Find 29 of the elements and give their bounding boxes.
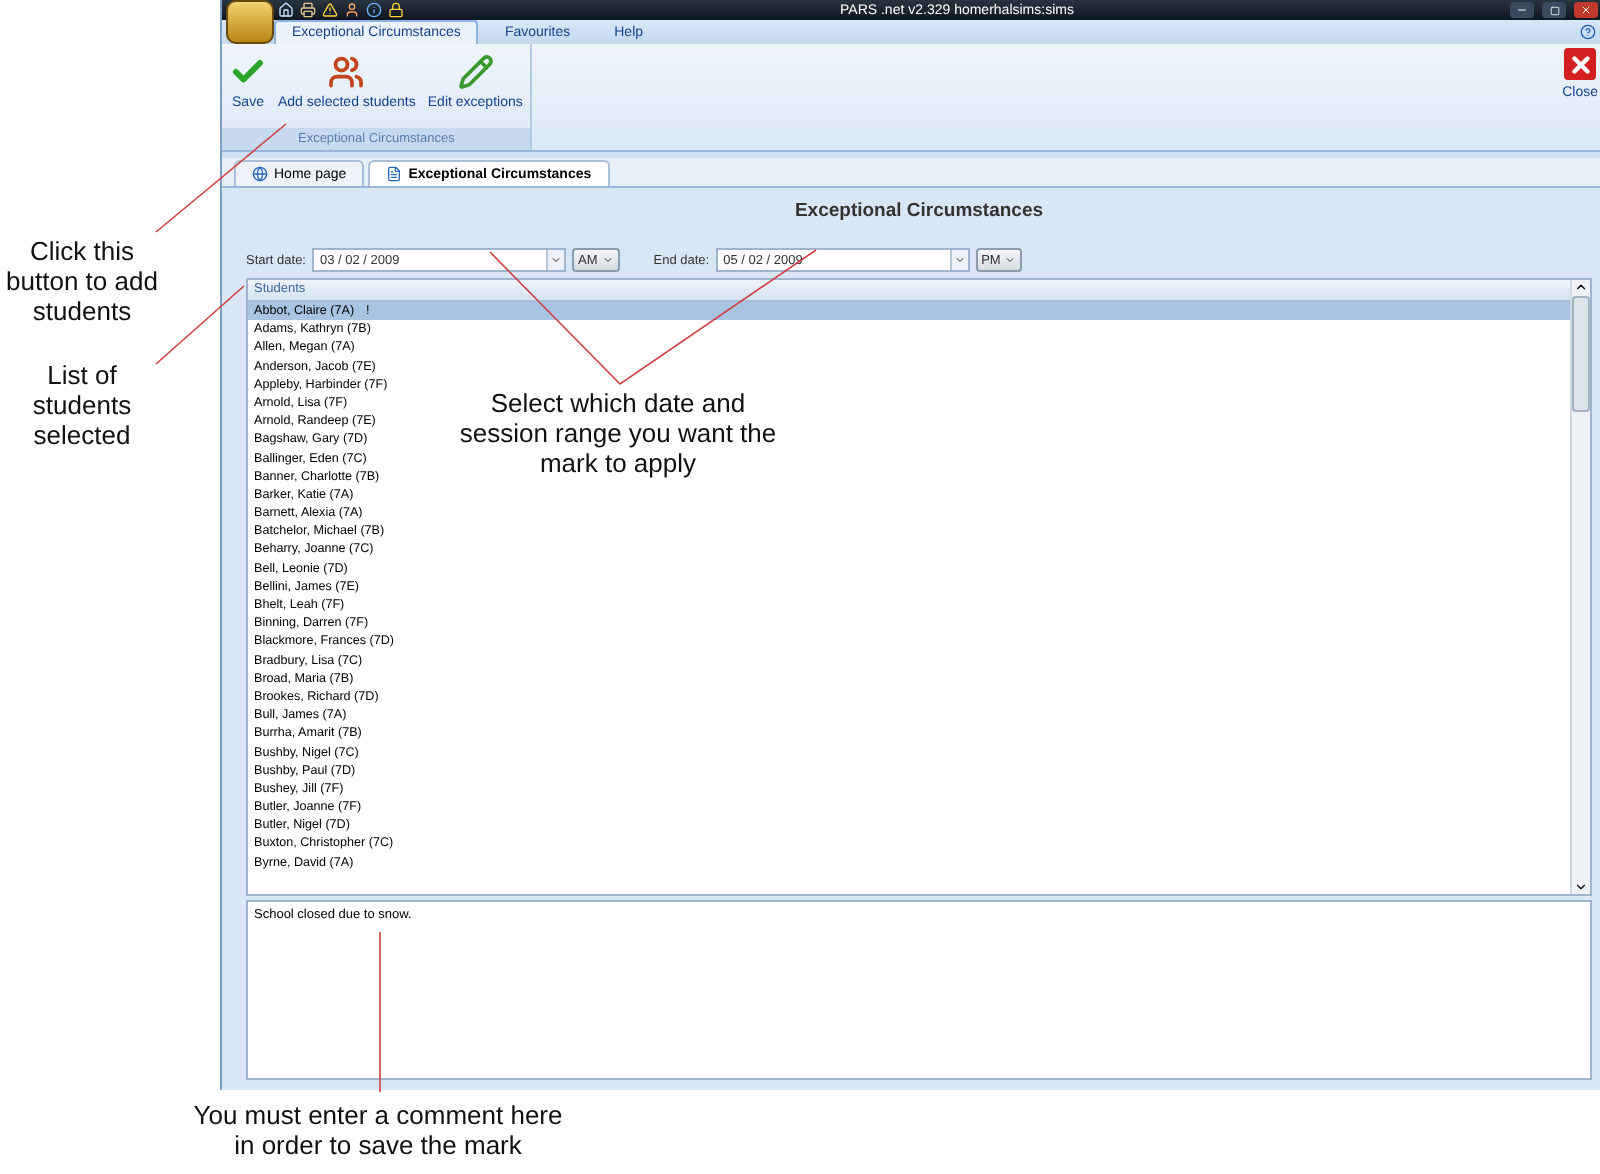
leader-line xyxy=(155,285,245,365)
callout-text: Select which date and session range you want the mark to apply xyxy=(457,388,779,478)
close-icon xyxy=(1580,4,1592,16)
lock-icon[interactable] xyxy=(388,2,404,18)
users-icon xyxy=(328,54,365,90)
minimize-button[interactable] xyxy=(1510,2,1534,18)
callout-text: Click this button to add students xyxy=(4,236,160,326)
panel-title: Exceptional Circumstances xyxy=(792,198,1046,226)
scroll-down-icon xyxy=(1574,880,1588,894)
scrollbar[interactable] xyxy=(1570,280,1590,894)
minimize-icon xyxy=(1516,4,1528,16)
close-icon xyxy=(1564,48,1597,80)
globe-icon xyxy=(252,166,268,182)
info-icon[interactable] xyxy=(366,2,382,18)
document-icon xyxy=(386,166,403,182)
maximize-icon xyxy=(1549,5,1559,15)
callout-text: You must enter a comment here in order to save the mark xyxy=(191,1100,565,1160)
scrollbar-thumb[interactable] xyxy=(1572,296,1590,412)
maximize-button[interactable] xyxy=(1542,2,1566,18)
callout-text: List of students selected xyxy=(30,360,134,450)
warning-icon[interactable] xyxy=(322,2,338,18)
scroll-up-icon xyxy=(1574,280,1588,294)
user-icon[interactable] xyxy=(344,2,360,18)
help-icon[interactable] xyxy=(1580,24,1596,40)
printer-icon[interactable] xyxy=(300,2,316,18)
home-icon[interactable] xyxy=(278,2,294,18)
close-window-button[interactable] xyxy=(1574,2,1598,18)
application-orb[interactable] xyxy=(226,0,274,44)
pencil-icon xyxy=(457,54,494,90)
